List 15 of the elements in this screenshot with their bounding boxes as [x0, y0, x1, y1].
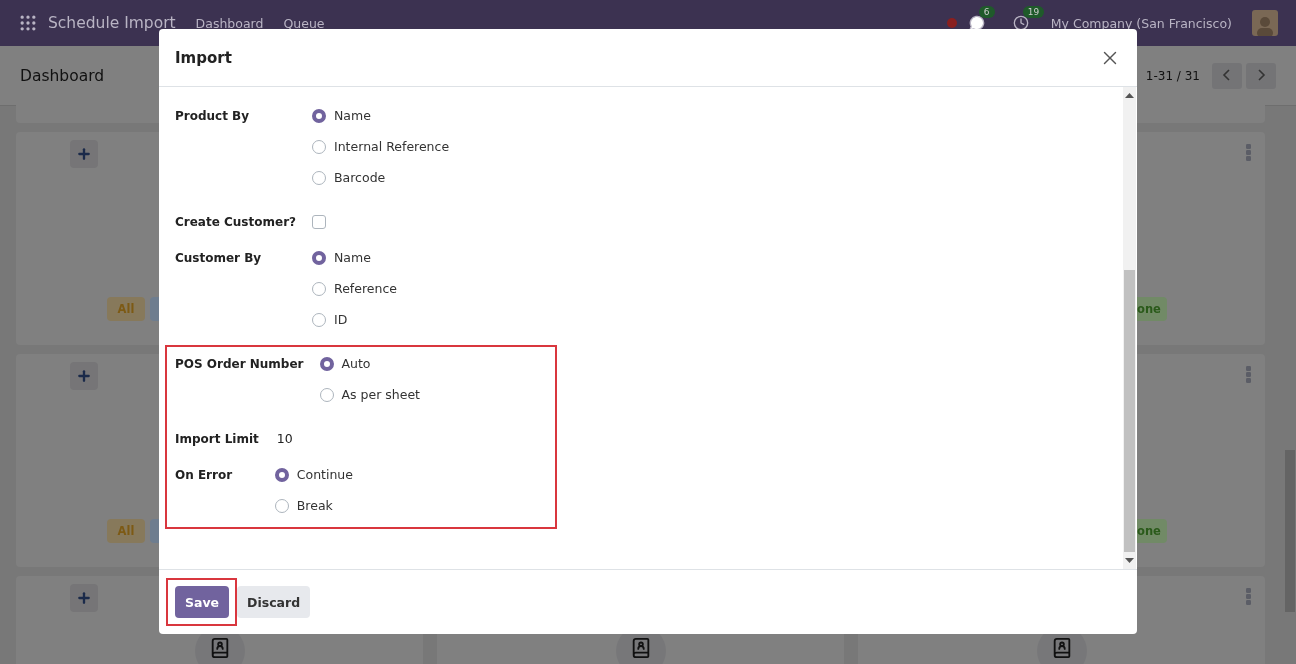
- tag: one: [1137, 519, 1167, 543]
- tag: All: [107, 519, 145, 543]
- field-label: POS Order Number: [175, 356, 304, 373]
- field-label: On Error: [175, 467, 234, 484]
- dialog-title: Import: [175, 48, 232, 67]
- tag: All: [107, 297, 145, 321]
- tag: one: [1137, 297, 1167, 321]
- app-title: Schedule Import: [48, 14, 176, 32]
- field-label: Customer By: [175, 250, 263, 267]
- breadcrumb: Dashboard: [20, 66, 105, 85]
- field-label: Product By: [175, 108, 251, 125]
- field-label: Import Limit: [175, 431, 259, 448]
- message-count: 6: [978, 6, 995, 18]
- field-label: Create Customer?: [175, 214, 296, 231]
- activity-count: 19: [1022, 6, 1045, 18]
